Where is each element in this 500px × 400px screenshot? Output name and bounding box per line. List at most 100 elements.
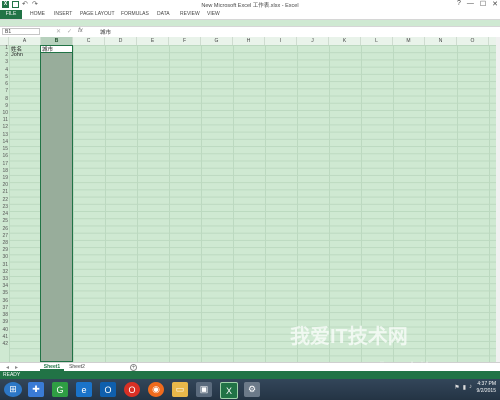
row-header-24[interactable]: 24 [0,211,9,218]
row-header-23[interactable]: 23 [0,204,9,211]
row-header-22[interactable]: 22 [0,197,9,204]
column-header-l[interactable]: L [361,37,393,45]
row-header-8[interactable]: 8 [0,96,9,103]
app-plus-icon[interactable]: ✚ [28,382,44,397]
row-header-28[interactable]: 28 [0,240,9,247]
app-settings-icon[interactable]: ⚙ [244,382,260,397]
app-window-icon[interactable]: ▣ [196,382,212,397]
cell-b1[interactable]: 城市 [42,45,53,53]
minimize-icon[interactable]: — [467,0,474,8]
cancel-icon[interactable]: ✕ [56,28,61,35]
row-header-17[interactable]: 17 [0,161,9,168]
row-header-11[interactable]: 11 [0,117,9,124]
row-header-7[interactable]: 7 [0,88,9,95]
cell-grid[interactable] [9,45,496,362]
tab-review[interactable]: REVIEW [180,11,200,17]
opera-icon[interactable]: O [124,382,140,397]
cell-a2[interactable]: John [11,52,23,58]
row-header-31[interactable]: 31 [0,262,9,269]
row-header-32[interactable]: 32 [0,269,9,276]
sheet-tab-sheet2[interactable]: Sheet2 [66,363,88,371]
app-g-icon[interactable]: G [52,382,68,397]
excel-taskbar-icon[interactable]: X [220,382,238,399]
row-header-13[interactable]: 13 [0,132,9,139]
row-header-18[interactable]: 18 [0,168,9,175]
row-header-25[interactable]: 25 [0,218,9,225]
row-header-10[interactable]: 10 [0,110,9,117]
tab-formulas[interactable]: FORMULAS [121,11,149,17]
row-header-1[interactable]: 1 [0,45,9,52]
selected-column-b[interactable] [40,45,73,362]
column-header-d[interactable]: D [105,37,137,45]
file-explorer-icon[interactable]: ▭ [172,382,188,397]
tab-insert[interactable]: INSERT [54,11,72,17]
row-header-29[interactable]: 29 [0,247,9,254]
column-header-m[interactable]: M [393,37,425,45]
tab-file[interactable]: FILE [0,10,22,19]
row-header-20[interactable]: 20 [0,182,9,189]
column-header-k[interactable]: K [329,37,361,45]
column-header-j[interactable]: J [297,37,329,45]
row-header-42[interactable]: 42 [0,341,9,348]
sheet-tab-sheet1[interactable]: Sheet1 [40,363,64,371]
row-header-6[interactable]: 6 [0,81,9,88]
column-header-i[interactable]: I [265,37,297,45]
row-header-19[interactable]: 19 [0,175,9,182]
formula-input[interactable]: 城市 [100,28,111,36]
column-header-g[interactable]: G [201,37,233,45]
tab-page-layout[interactable]: PAGE LAYOUT [80,11,115,17]
add-sheet-button[interactable]: + [130,364,137,371]
column-header-f[interactable]: F [169,37,201,45]
row-header-5[interactable]: 5 [0,74,9,81]
spreadsheet-grid[interactable]: ABCDEFGHIJKLMNOP 12345678910111213141516… [0,37,496,362]
network-icon[interactable]: ▮ [463,384,466,391]
column-header-b[interactable]: B [41,37,73,45]
help-icon[interactable]: ? [457,0,461,8]
prev-sheet-icon[interactable]: ◂ [6,364,9,371]
row-header-36[interactable]: 36 [0,298,9,305]
close-icon[interactable]: ✕ [492,0,498,8]
outlook-icon[interactable]: O [100,382,116,397]
row-header-38[interactable]: 38 [0,312,9,319]
row-header-3[interactable]: 3 [0,59,9,66]
maximize-icon[interactable]: ☐ [480,0,486,8]
start-button-icon[interactable]: ⊞ [4,382,22,397]
row-header-35[interactable]: 35 [0,290,9,297]
row-header-34[interactable]: 34 [0,283,9,290]
row-header-12[interactable]: 12 [0,124,9,131]
tab-view[interactable]: VIEW [207,11,220,17]
row-header-21[interactable]: 21 [0,189,9,196]
flag-icon[interactable]: ⚑ [454,384,459,391]
column-header-c[interactable]: C [73,37,105,45]
firefox-icon[interactable]: ◉ [148,382,164,397]
clock[interactable]: 4:37 PM 9/2/2015 [477,381,496,395]
row-header-37[interactable]: 37 [0,305,9,312]
row-header-27[interactable]: 27 [0,233,9,240]
row-header-41[interactable]: 41 [0,334,9,341]
row-header-15[interactable]: 15 [0,146,9,153]
column-header-e[interactable]: E [137,37,169,45]
row-header-9[interactable]: 9 [0,103,9,110]
row-header-40[interactable]: 40 [0,327,9,334]
column-header-n[interactable]: N [425,37,457,45]
column-header-h[interactable]: H [233,37,265,45]
row-header-2[interactable]: 2 [0,52,9,59]
row-header-16[interactable]: 16 [0,153,9,160]
tab-data[interactable]: DATA [157,11,170,17]
vertical-scrollbar[interactable] [496,37,500,362]
ie-browser-icon[interactable]: e [76,382,92,397]
row-header-4[interactable]: 4 [0,67,9,74]
name-box[interactable]: B1 [2,28,40,35]
next-sheet-icon[interactable]: ▸ [15,364,18,371]
function-icon[interactable]: fx [78,28,83,35]
column-header-o[interactable]: O [457,37,489,45]
row-header-33[interactable]: 33 [0,276,9,283]
enter-icon[interactable]: ✓ [67,28,72,35]
row-header-30[interactable]: 30 [0,254,9,261]
column-header-a[interactable]: A [9,37,41,45]
row-header-39[interactable]: 39 [0,319,9,326]
row-header-14[interactable]: 14 [0,139,9,146]
tab-home[interactable]: HOME [30,11,45,17]
row-header-26[interactable]: 26 [0,226,9,233]
select-all-corner[interactable] [0,37,9,45]
